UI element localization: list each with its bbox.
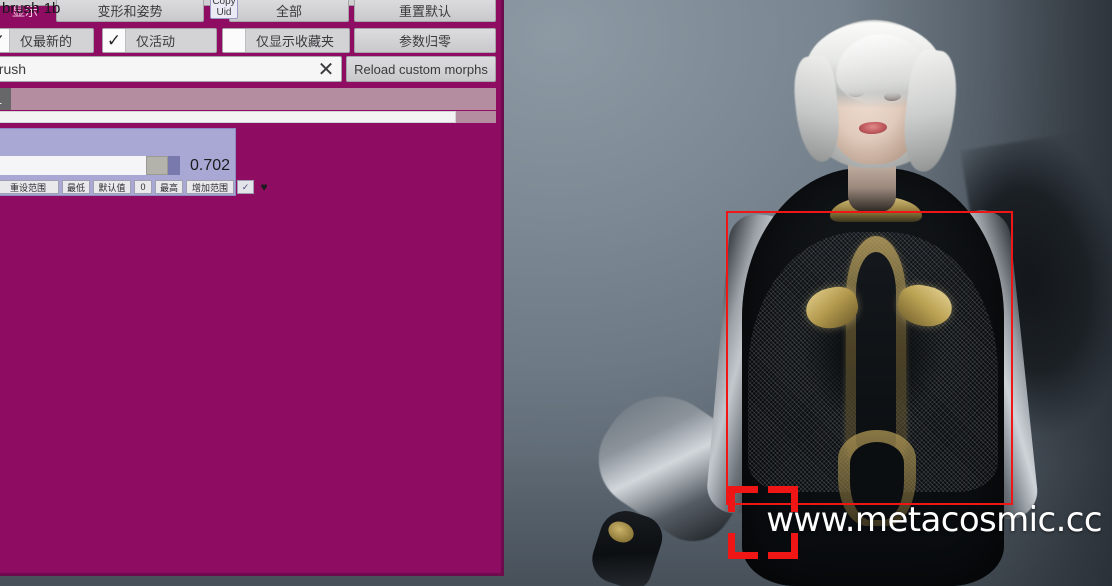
checkbox-only-active-label: 仅活动 xyxy=(136,34,176,49)
checkbox-only-favorites[interactable]: 仅显示收藏夹 xyxy=(222,28,350,53)
morph-list-area xyxy=(0,198,496,570)
copy-uid-button[interactable]: Copy Uid xyxy=(210,0,238,19)
zero-button[interactable]: 0 xyxy=(134,180,152,194)
reload-custom-morphs-button[interactable]: Reload custom morphs xyxy=(346,56,496,82)
morph-slider-value: 0.702 xyxy=(190,157,231,174)
zero-parameters-button[interactable]: 参数归零 xyxy=(354,28,496,53)
max-button[interactable]: 最高 xyxy=(155,180,183,194)
min-button[interactable]: 最低 xyxy=(62,180,90,194)
clear-search-icon[interactable]: ✕ xyxy=(311,56,341,82)
checkbox-only-active[interactable]: ✓ 仅活动 xyxy=(102,28,217,53)
favorite-heart-icon[interactable]: ♥ xyxy=(257,180,271,194)
tab-page-1[interactable]: 1 xyxy=(0,88,11,110)
search-field-wrapper[interactable]: ✕ xyxy=(0,56,342,82)
morph-enable-checkbox[interactable]: ✓ xyxy=(237,180,254,194)
checkmark-icon-newest: ✓ xyxy=(0,29,10,52)
reset-range-button[interactable]: 重设范围 xyxy=(0,180,59,194)
morph-name-label: brush 1b xyxy=(2,0,61,17)
increase-range-button[interactable]: 增加范围 xyxy=(186,180,234,194)
search-input[interactable] xyxy=(0,61,311,77)
horizontal-scrollbar-thumb[interactable] xyxy=(0,111,456,123)
checkbox-only-favorites-label: 仅显示收藏夹 xyxy=(256,34,335,49)
checkbox-only-newest[interactable]: ✓ 仅最新的 xyxy=(0,28,94,53)
default-value-button[interactable]: 默认值 xyxy=(93,180,131,194)
copy-uid-line2: Uid xyxy=(216,7,232,18)
tab-strip xyxy=(0,88,496,110)
watermark-text: www.metacosmic.cc xyxy=(766,500,1102,540)
morph-button-row: 重设范围 最低 默认值 0 最高 增加范围 ✓ ♥ xyxy=(0,180,271,194)
reset-default-button[interactable]: 重置默认 xyxy=(354,0,496,22)
show-all-button[interactable]: 全部 xyxy=(229,0,349,22)
morph-slider-fill xyxy=(0,156,147,175)
checkmark-icon-favorites xyxy=(223,29,246,52)
checkmark-icon-active: ✓ xyxy=(103,29,126,52)
morph-slider-handle[interactable] xyxy=(146,156,168,175)
copy-uid-line1: Copy xyxy=(212,0,236,7)
morph-and-pose-button[interactable]: 变形和姿势 xyxy=(56,0,204,22)
checkbox-only-newest-label: 仅最新的 xyxy=(20,34,73,49)
morphs-control-panel: 显示 变形和姿势 显示 全部 重置默认 ✓ 仅最新的 ✓ 仅活动 仅显示收藏夹 … xyxy=(0,0,504,576)
selection-rectangle[interactable] xyxy=(726,211,1013,505)
